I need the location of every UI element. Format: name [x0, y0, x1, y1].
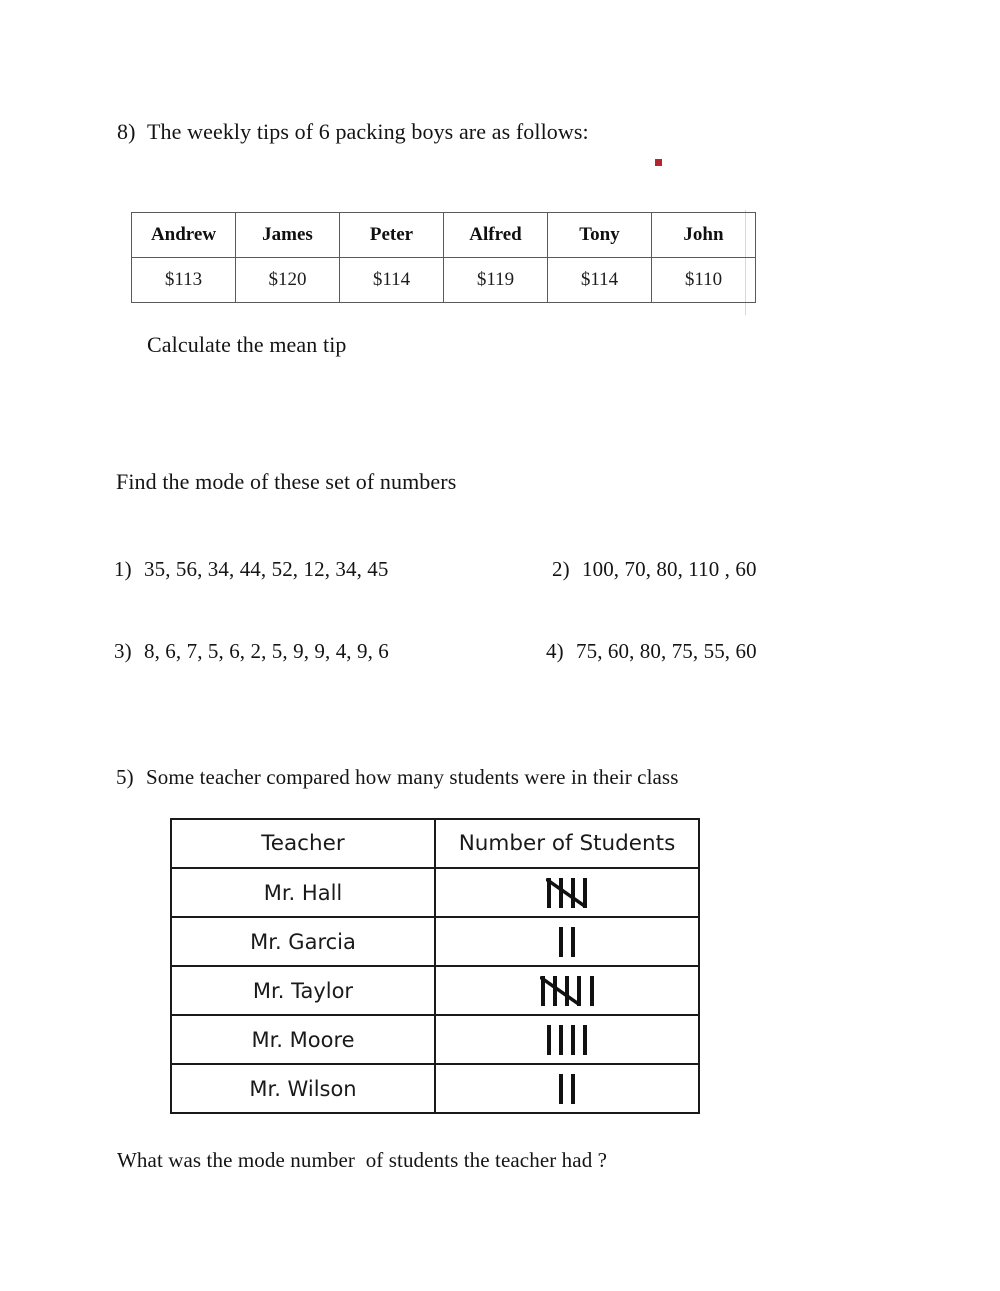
tally-mark-row [437, 968, 697, 1013]
tips-amount-cell: $120 [235, 257, 340, 303]
mode-question-1: 1) 35, 56, 34, 44, 52, 12, 34, 45 [114, 556, 389, 582]
tally-stroke [576, 975, 581, 1006]
tally-mark-row [437, 870, 697, 915]
red-speck-artifact [655, 159, 662, 166]
tips-name-cell: Peter [339, 212, 444, 258]
mode-question-2-numbers: 100, 70, 80, 110 , 60 [582, 557, 757, 581]
teacher-name-cell: Mr. Hall [170, 867, 436, 918]
tally-header-teacher: Teacher [170, 818, 436, 869]
tally-slash-icon [539, 975, 580, 1006]
tally-stroke [583, 877, 587, 908]
teacher-name-cell: Mr. Moore [170, 1014, 436, 1065]
tally-header-count: Number of Students [434, 818, 700, 869]
tally-stroke [571, 1024, 575, 1055]
tally-marks-cell [434, 916, 700, 967]
mode-question-3-numbers: 8, 6, 7, 5, 6, 2, 5, 9, 9, 4, 9, 6 [144, 639, 389, 663]
tally-mark-row [437, 919, 697, 964]
tally-group-partial [589, 975, 594, 1006]
worksheet-page: 8) The weekly tips of 6 packing boys are … [0, 0, 1000, 1291]
mode-question-1-numbers: 35, 56, 34, 44, 52, 12, 34, 45 [144, 557, 389, 581]
tally-group-of-five [539, 975, 581, 1006]
tally-group-partial [547, 1024, 587, 1055]
tally-stroke [559, 1024, 563, 1055]
mode-question-3: 3) 8, 6, 7, 5, 6, 2, 5, 9, 9, 4, 9, 6 [114, 638, 389, 664]
tally-marks-cell [434, 1063, 700, 1114]
tips-name-cell: Andrew [131, 212, 236, 258]
mode-question-4-numbers: 75, 60, 80, 75, 55, 60 [576, 639, 757, 663]
tally-stroke [547, 1024, 551, 1055]
tally-mark-row [437, 1066, 697, 1111]
calculate-mean-prompt: Calculate the mean tip [147, 332, 347, 357]
tally-slash-icon [546, 877, 586, 908]
mode-question-1-number: 1) [114, 557, 132, 581]
question-5-number: 5) [116, 765, 134, 789]
tips-amount-cell: $114 [339, 257, 444, 303]
table-row: Mr. Hall [170, 867, 700, 918]
teacher-name-cell: Mr. Wilson [170, 1063, 436, 1114]
tally-stroke [559, 926, 563, 957]
student-tally-table: Teacher Number of Students Mr. Hall Mr. … [170, 818, 700, 1114]
teacher-name-cell: Mr. Taylor [170, 965, 436, 1016]
tally-group-of-five [546, 877, 587, 908]
final-mode-question: What was the mode number of students the… [117, 1148, 608, 1172]
tally-stroke [571, 926, 575, 957]
tally-stroke [559, 877, 563, 908]
tally-group-partial [559, 926, 575, 957]
tips-amount-cell: $114 [547, 257, 652, 303]
tally-marks-cell [434, 1014, 700, 1065]
table-row: Mr. Moore [170, 1014, 700, 1065]
tally-table-header-row: Teacher Number of Students [170, 818, 700, 869]
table-row: Mr. Wilson [170, 1063, 700, 1114]
tips-amount-cell: $113 [131, 257, 236, 303]
question-8-number: 8) [117, 119, 136, 144]
mode-section-heading: Find the mode of these set of numbers [116, 469, 457, 494]
tally-stroke [571, 877, 575, 908]
mode-question-2: 2) 100, 70, 80, 110 , 60 [552, 556, 757, 582]
tally-stroke [583, 1024, 587, 1055]
tally-marks-cell [434, 965, 700, 1016]
table-row: Mr. Garcia [170, 916, 700, 967]
tips-name-cell: James [235, 212, 340, 258]
tally-stroke [552, 975, 557, 1006]
question-8-heading: 8) The weekly tips of 6 packing boys are … [117, 118, 589, 146]
mode-question-4-number: 4) [546, 639, 564, 663]
question-5-heading: 5) Some teacher compared how many student… [116, 764, 678, 790]
tips-amount-cell: $110 [651, 257, 756, 303]
teacher-name-cell: Mr. Garcia [170, 916, 436, 967]
table-row: Mr. Taylor [170, 965, 700, 1016]
tally-marks-cell [434, 867, 700, 918]
question-8-prompt: The weekly tips of 6 packing boys are as… [147, 119, 589, 144]
tips-table-amount-row: $113 $120 $114 $119 $114 $110 [131, 257, 756, 303]
tips-name-cell: John [651, 212, 756, 258]
tips-name-cell: Alfred [443, 212, 548, 258]
weekly-tips-table: Andrew James Peter Alfred Tony John $113… [131, 212, 756, 303]
mode-question-4: 4) 75, 60, 80, 75, 55, 60 [546, 638, 757, 664]
tally-stroke [559, 1073, 563, 1104]
tally-stroke [547, 877, 551, 908]
tally-stroke [589, 975, 594, 1006]
tally-stroke [564, 975, 569, 1006]
tally-stroke [571, 1073, 575, 1104]
mode-question-3-number: 3) [114, 639, 132, 663]
tips-amount-cell: $119 [443, 257, 548, 303]
tally-mark-row [437, 1017, 697, 1062]
question-5-prompt: Some teacher compared how many students … [146, 765, 679, 789]
tally-stroke [540, 975, 545, 1006]
mode-question-2-number: 2) [552, 557, 570, 581]
tally-group-partial [559, 1073, 575, 1104]
tips-table-name-row: Andrew James Peter Alfred Tony John [131, 212, 756, 258]
tips-name-cell: Tony [547, 212, 652, 258]
